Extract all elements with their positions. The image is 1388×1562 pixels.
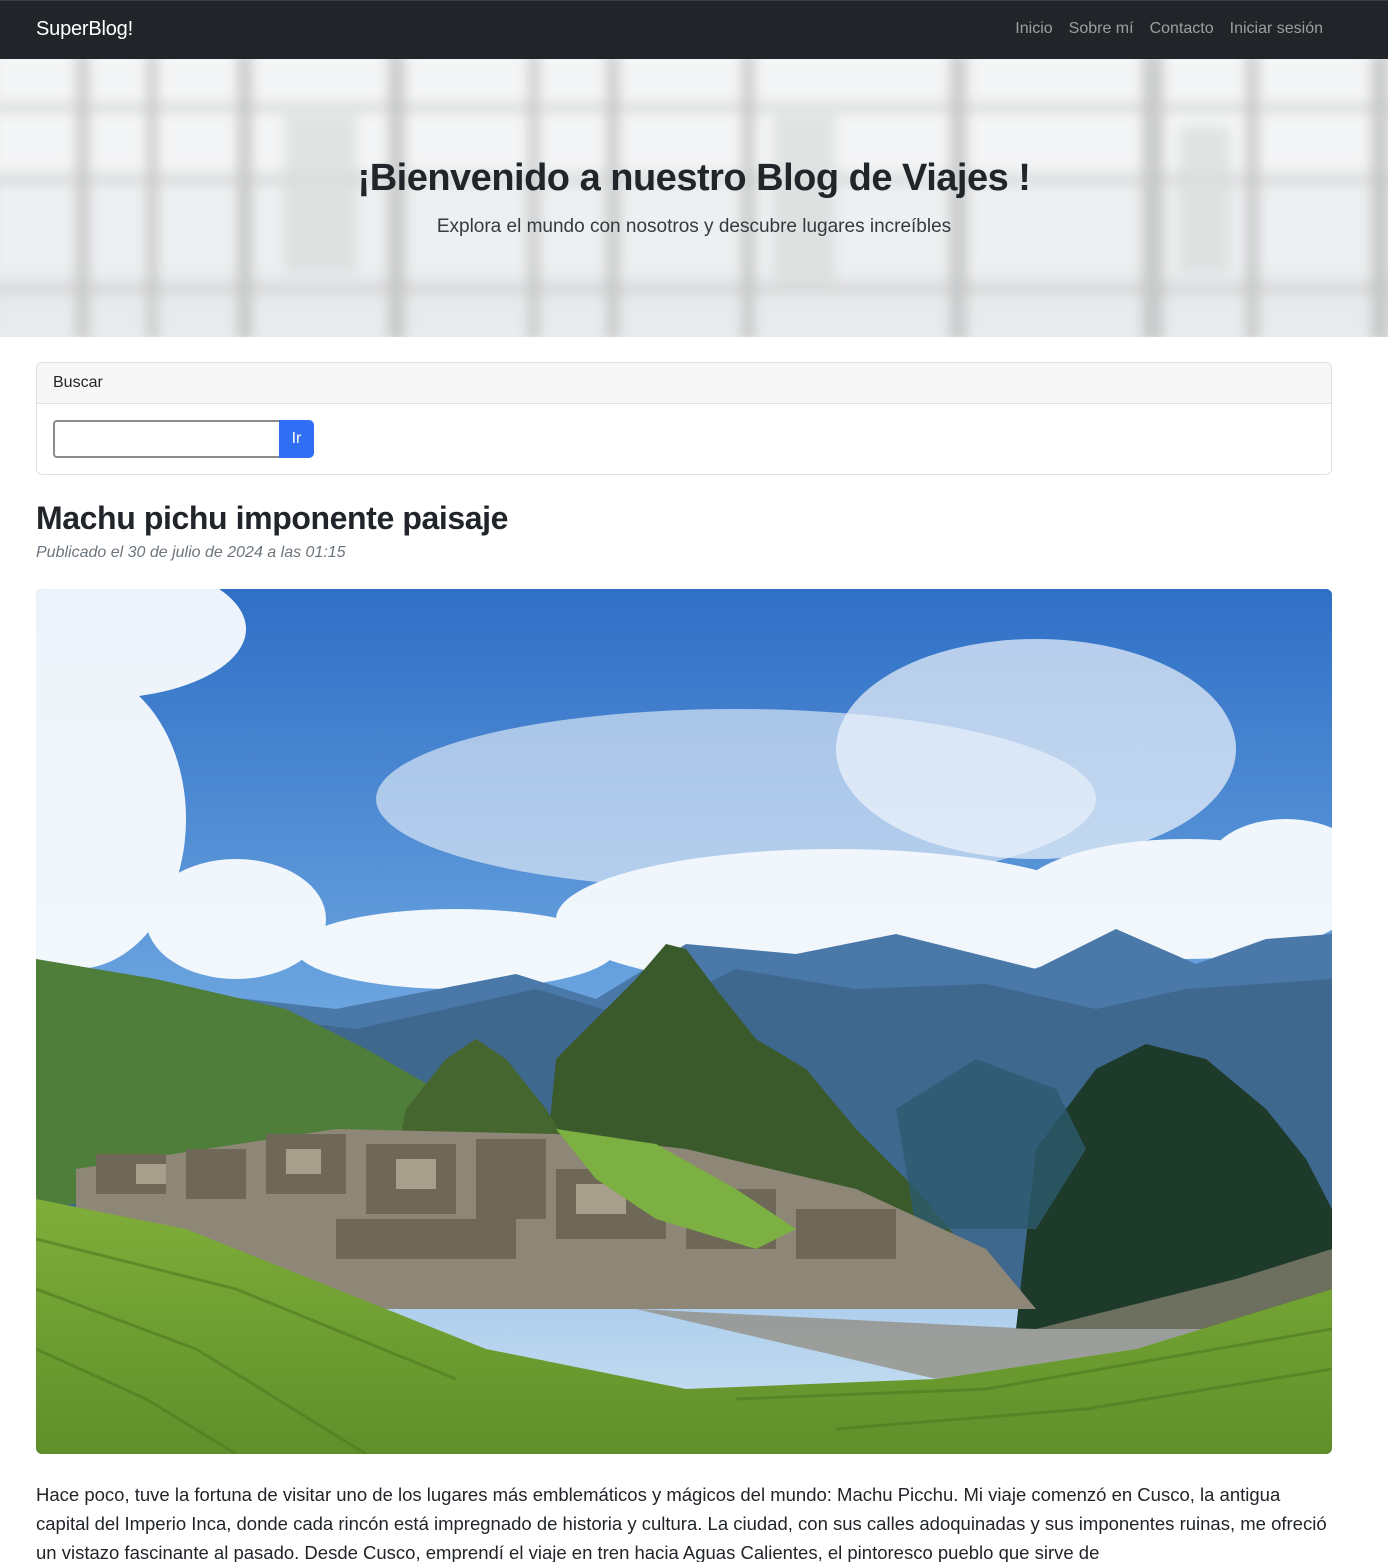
navbar: SuperBlog! Inicio Sobre mí Contacto Inic… (0, 0, 1388, 59)
hero-content: ¡Bienvenido a nuestro Blog de Viajes ! E… (0, 157, 1388, 238)
search-card-header: Buscar (37, 363, 1331, 404)
search-form: Ir (53, 420, 314, 458)
post-image (36, 589, 1332, 1454)
brand-logo[interactable]: SuperBlog! (36, 18, 133, 41)
hero-title: ¡Bienvenido a nuestro Blog de Viajes ! (357, 157, 1031, 199)
post-title: Machu pichu imponente paisaje (36, 500, 509, 536)
nav-link-sobre-mi[interactable]: Sobre mí (1069, 20, 1134, 38)
post-meta: Publicado el 30 de julio de 2024 a las 0… (36, 544, 346, 561)
nav-links: Inicio Sobre mí Contacto Iniciar sesión (1015, 20, 1323, 38)
post-body: Hace poco, tuve la fortuna de visitar un… (36, 1484, 1327, 1562)
hero-subtitle: Explora el mundo con nosotros y descubre… (436, 216, 952, 237)
hero-banner: ¡Bienvenido a nuestro Blog de Viajes ! E… (0, 59, 1388, 337)
nav-link-iniciar-sesion[interactable]: Iniciar sesión (1230, 20, 1323, 38)
nav-link-contacto[interactable]: Contacto (1150, 20, 1214, 38)
nav-link-inicio[interactable]: Inicio (1015, 20, 1052, 38)
search-input[interactable] (53, 420, 279, 458)
search-button[interactable]: Ir (279, 420, 314, 458)
search-card: Buscar Ir (36, 362, 1332, 475)
machu-picchu-landscape-icon (36, 589, 1332, 1454)
